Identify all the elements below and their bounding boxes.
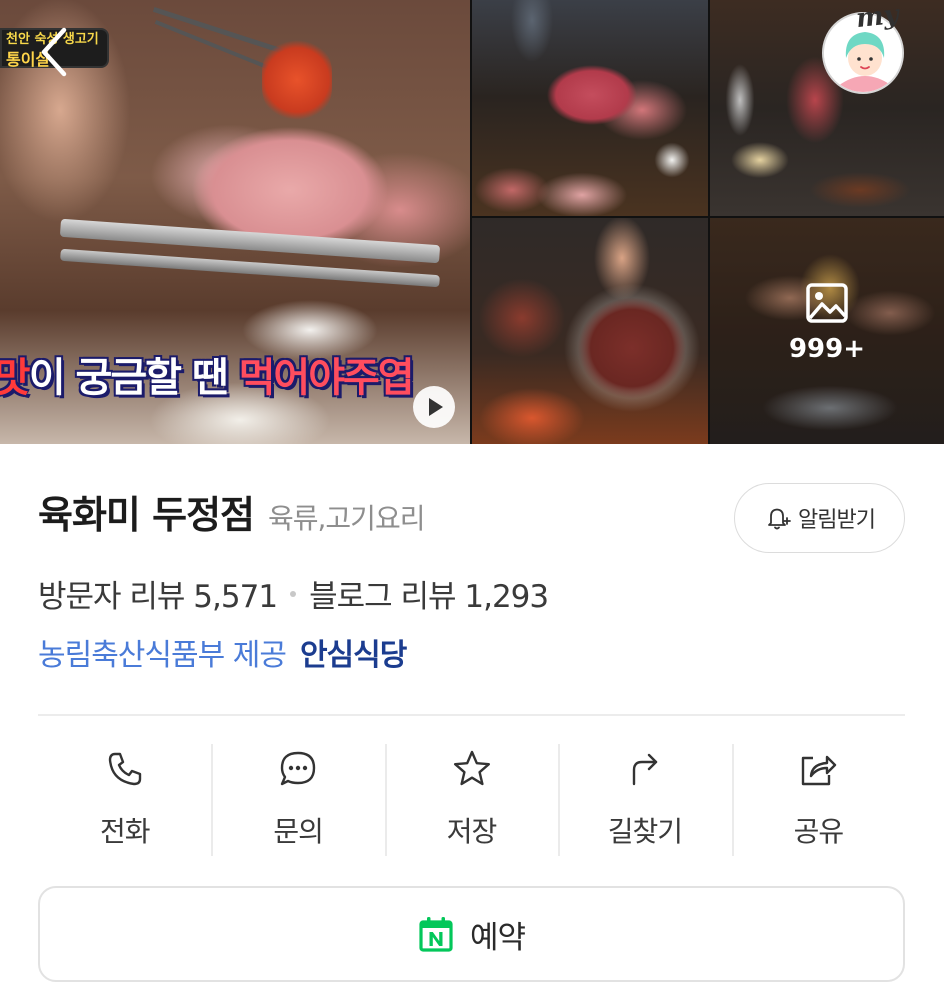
directions-arrow-icon — [632, 753, 658, 786]
reservation-label: 예약 — [469, 919, 526, 956]
gallery-photo-more[interactable]: 999+ — [710, 218, 944, 444]
separator-dot — [290, 590, 297, 597]
photo-count: 999+ — [788, 334, 866, 364]
photo-gallery: 천안 숙성 생고기 통이살 맛이 궁금할 땐 먹어야주엽 999+ my — [0, 0, 944, 444]
certification-provider[interactable]: 농림축산식품부 제공 — [38, 630, 287, 674]
action-label-inquiry: 문의 — [273, 815, 324, 848]
reservation-button[interactable]: 예약 — [38, 886, 905, 982]
action-label-share: 공유 — [793, 815, 845, 848]
directions-button[interactable]: 길찾기 — [558, 744, 731, 856]
gallery-photo[interactable] — [472, 218, 708, 444]
inquiry-button[interactable]: 문의 — [211, 744, 384, 856]
save-button[interactable]: 저장 — [384, 744, 558, 856]
avatar-my-label: my — [854, 0, 901, 35]
blog-reviews-link[interactable]: 블로그 리뷰 1,293 — [309, 571, 549, 616]
action-label-call: 전화 — [99, 815, 151, 848]
caption-highlight-2: 먹어야주엽 — [238, 355, 415, 401]
caption-highlight: 맛 — [0, 355, 31, 401]
share-icon — [802, 755, 837, 786]
naver-calendar-icon — [419, 917, 453, 952]
safe-restaurant-badge[interactable]: 안심식당 — [300, 630, 407, 674]
section-divider — [38, 714, 905, 716]
call-button[interactable]: 전화 — [38, 744, 211, 856]
kimchi-shape — [262, 40, 332, 120]
caption-text: 이 궁금할 땐 — [28, 355, 239, 401]
back-arrow-icon[interactable] — [34, 24, 84, 80]
gallery-photo[interactable] — [472, 0, 708, 216]
visitor-reviews-link[interactable]: 방문자 리뷰 5,571 — [38, 571, 278, 616]
action-label-directions: 길찾기 — [607, 815, 683, 848]
play-icon[interactable] — [413, 386, 455, 428]
place-category: 육류,고기요리 — [268, 502, 425, 535]
place-name: 육화미 두정점 — [38, 493, 255, 537]
more-photos-indicator: 999+ — [710, 282, 944, 364]
action-label-save: 저장 — [446, 815, 498, 848]
chat-bubble-icon — [280, 751, 316, 786]
bell-plus-icon — [768, 508, 791, 530]
share-button[interactable]: 공유 — [731, 744, 905, 856]
image-icon — [806, 283, 848, 323]
review-summary: 방문자 리뷰 5,571 블로그 리뷰 1,293 — [38, 571, 549, 616]
place-title-row: 육화미 두정점 육류,고기요리 — [38, 484, 425, 539]
alert-subscribe-button[interactable]: 알림받기 — [734, 483, 905, 553]
video-caption: 맛이 궁금할 땐 먹어야주엽 — [0, 345, 415, 403]
action-bar: 전화 문의 저장 길찾기 공유 — [38, 744, 905, 856]
star-icon — [453, 750, 490, 786]
alert-button-label: 알림받기 — [798, 508, 876, 533]
phone-icon — [108, 752, 141, 786]
certification-row: 농림축산식품부 제공 안심식당 — [38, 630, 407, 674]
